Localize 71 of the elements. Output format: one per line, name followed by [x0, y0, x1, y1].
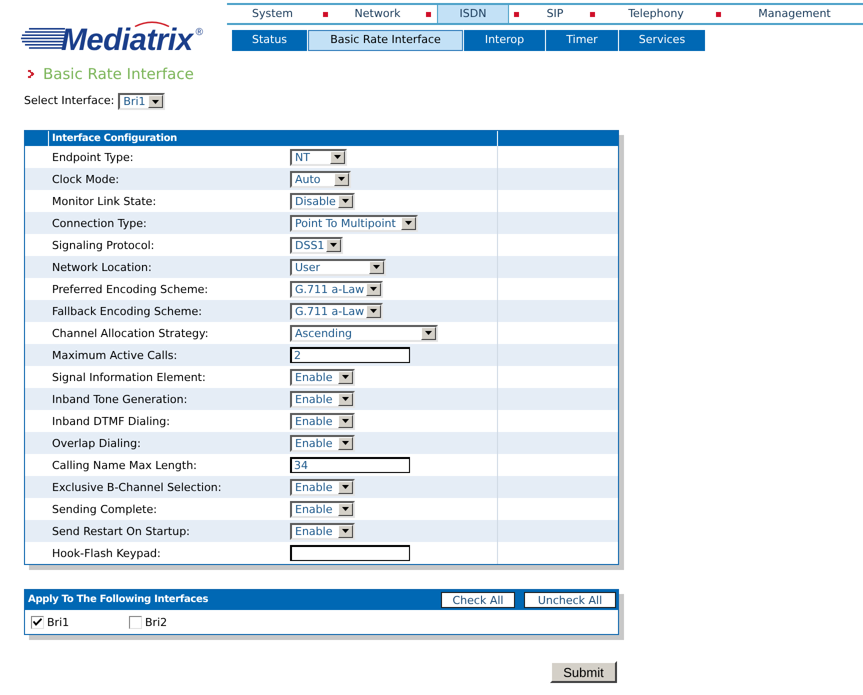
- field-label: Exclusive B-Channel Selection:: [52, 482, 222, 492]
- field-label: Channel Allocation Strategy:: [52, 328, 208, 338]
- sub-nav-tab[interactable]: Timer: [546, 30, 618, 51]
- dropdown[interactable]: DSS1: [290, 236, 344, 254]
- field-label: Fallback Encoding Scheme:: [52, 306, 202, 316]
- dropdown[interactable]: Enable: [290, 522, 355, 540]
- submit-button[interactable]: Submit: [550, 661, 617, 683]
- logo-wordmark: Mediatrix: [61, 28, 193, 51]
- field-label: Maximum Active Calls:: [52, 350, 178, 360]
- field-label: Signal Information Element:: [52, 372, 206, 382]
- dropdown[interactable]: Disable: [290, 192, 355, 210]
- field-label: Preferred Encoding Scheme:: [52, 284, 208, 294]
- field-label: Sending Complete:: [52, 504, 157, 514]
- text-field[interactable]: 2: [290, 347, 410, 363]
- square-bullet-icon: [323, 12, 328, 16]
- text-field[interactable]: 34: [290, 457, 410, 473]
- dropdown[interactable]: NT: [290, 148, 347, 166]
- page-title: Basic Rate Interface: [43, 65, 194, 83]
- checkbox-label: Bri2: [145, 616, 168, 628]
- field-label: Inband DTMF Dialing:: [52, 416, 170, 426]
- uncheck-all-button[interactable]: Uncheck All: [524, 592, 616, 608]
- dropdown[interactable]: G.711 a-Law: [290, 302, 384, 320]
- field-label: Inband Tone Generation:: [52, 394, 188, 404]
- field-label: Monitor Link State:: [52, 196, 156, 206]
- square-bullet-icon: [590, 12, 595, 16]
- nav-tab[interactable]: Telephony: [601, 5, 711, 23]
- dropdown[interactable]: User: [290, 258, 386, 276]
- square-bullet-icon: [514, 12, 519, 16]
- dropdown[interactable]: Enable: [290, 478, 355, 496]
- field-label: Network Location:: [52, 262, 152, 272]
- checkbox[interactable]: [31, 616, 44, 628]
- dropdown[interactable]: Bri1: [118, 93, 165, 110]
- dropdown[interactable]: Enable: [290, 500, 355, 518]
- nav-tab[interactable]: Management: [727, 5, 862, 23]
- panel-title: Apply To The Following Interfaces: [28, 595, 208, 605]
- checkbox-label: Bri1: [47, 616, 70, 628]
- nav-tab[interactable]: System: [227, 5, 318, 23]
- arc-icon: [134, 21, 170, 27]
- dropdown[interactable]: Point To Multipoint: [290, 214, 418, 232]
- sub-nav-tab[interactable]: Services: [619, 30, 705, 51]
- dropdown[interactable]: G.711 a-Law: [290, 280, 384, 298]
- nav-tab[interactable]: Network: [334, 5, 421, 23]
- field-label: Calling Name Max Length:: [52, 460, 197, 470]
- sub-nav-tab[interactable]: Status: [232, 30, 307, 51]
- dropdown[interactable]: Auto: [290, 170, 351, 188]
- dropdown[interactable]: Enable: [290, 390, 355, 408]
- field-label: Connection Type:: [52, 218, 147, 228]
- sub-nav-tab[interactable]: Interop: [464, 30, 545, 51]
- dropdown[interactable]: Enable: [290, 412, 355, 430]
- text-field[interactable]: [290, 545, 410, 561]
- nav-tab[interactable]: ISDN: [437, 5, 509, 23]
- dropdown[interactable]: Ascending: [290, 324, 438, 342]
- registered-mark: ®: [196, 28, 203, 38]
- nav-tab[interactable]: SIP: [525, 5, 585, 23]
- dropdown[interactable]: Enable: [290, 434, 355, 452]
- checkbox[interactable]: [129, 616, 142, 628]
- checkmark-icon: [33, 618, 42, 626]
- field-label: Clock Mode:: [52, 174, 120, 184]
- field-label: Select Interface:: [24, 93, 114, 110]
- dropdown[interactable]: Enable: [290, 368, 355, 386]
- field-label: Endpoint Type:: [52, 152, 134, 162]
- chevron-right-icon: [28, 70, 34, 78]
- check-all-button[interactable]: Check All: [441, 592, 515, 608]
- sub-nav-tab[interactable]: Basic Rate Interface: [308, 30, 463, 51]
- square-bullet-icon: [716, 12, 721, 16]
- field-label: Signaling Protocol:: [52, 240, 154, 250]
- field-label: Send Restart On Startup:: [52, 526, 190, 536]
- panel-title: Interface Configuration: [52, 134, 177, 144]
- field-label: Hook-Flash Keypad:: [52, 548, 161, 558]
- field-label: Overlap Dialing:: [52, 438, 141, 448]
- square-bullet-icon: [426, 12, 431, 16]
